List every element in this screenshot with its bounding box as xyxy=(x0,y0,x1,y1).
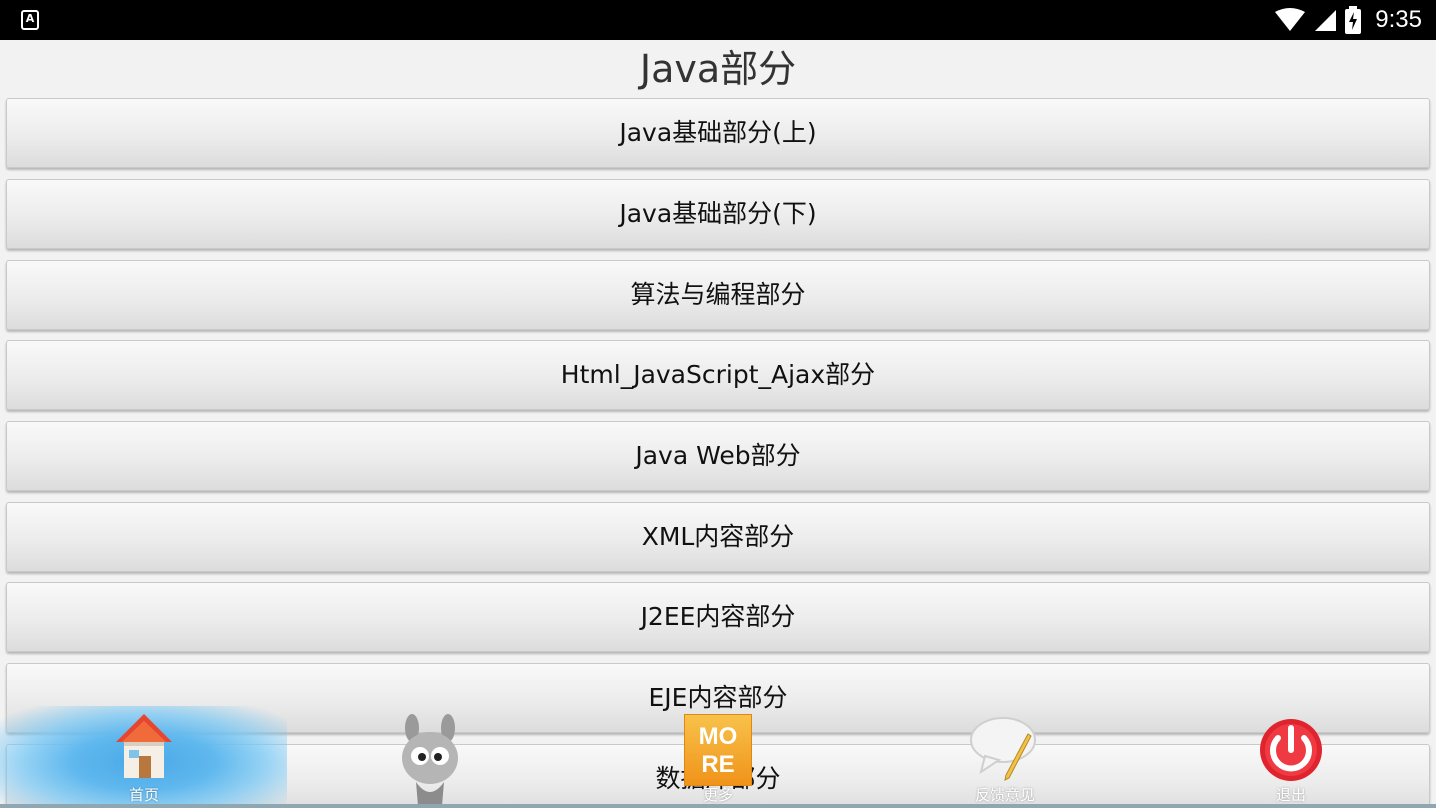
power-icon xyxy=(1260,719,1322,781)
tab-exit-label: 退出 xyxy=(1275,786,1306,804)
bottom-tab-bar: 首页 MO RE 更多 反馈意见 退出 xyxy=(0,706,1436,808)
tab-home-label: 首页 xyxy=(128,786,159,804)
feedback-icon xyxy=(970,717,1036,781)
battery-icon xyxy=(1345,6,1362,34)
tab-exit[interactable]: 退出 xyxy=(1191,706,1391,808)
tab-feedback[interactable]: 反馈意见 xyxy=(905,706,1105,808)
tab-more[interactable]: MO RE 更多 xyxy=(618,706,818,808)
more-icon-line1: MO xyxy=(698,723,738,750)
tab-more-label: 更多 xyxy=(702,786,733,804)
status-icons: 9:35 xyxy=(1275,0,1422,40)
menu-button-j2ee[interactable]: J2EE内容部分 xyxy=(6,582,1430,652)
menu-button-java-basics-1[interactable]: Java基础部分(上) xyxy=(6,98,1430,168)
signal-icon xyxy=(1315,10,1337,31)
menu-button-java-web[interactable]: Java Web部分 xyxy=(6,421,1430,491)
status-bar: A 9:35 xyxy=(0,0,1436,40)
page-title: Java部分 xyxy=(639,47,797,91)
mascot-icon xyxy=(402,714,458,806)
bottom-divider xyxy=(0,804,1436,808)
menu-button-algorithms[interactable]: 算法与编程部分 xyxy=(6,260,1430,330)
more-icon-line2: RE xyxy=(701,751,735,778)
more-icon: MO RE xyxy=(684,714,752,786)
wifi-icon xyxy=(1275,8,1306,31)
menu-button-xml[interactable]: XML内容部分 xyxy=(6,502,1430,572)
home-icon xyxy=(116,714,172,778)
tab-feedback-label: 反馈意见 xyxy=(974,786,1035,804)
menu-button-html-js-ajax[interactable]: Html_JavaScript_Ajax部分 xyxy=(6,340,1430,410)
clock: 9:35 xyxy=(1375,6,1422,33)
app-notification-icon: A xyxy=(21,10,39,30)
menu-button-java-basics-2[interactable]: Java基础部分(下) xyxy=(6,179,1430,249)
tab-mascot[interactable] xyxy=(330,706,530,808)
tab-home[interactable]: 首页 xyxy=(44,706,244,808)
